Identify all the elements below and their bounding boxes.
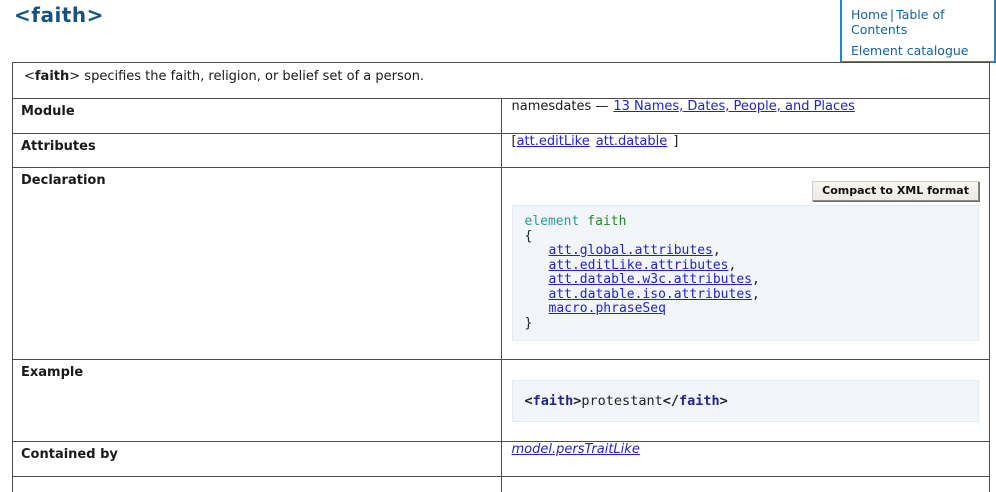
code-line-member: att.datable.w3c.attributes,	[525, 273, 967, 288]
page-title: <faith>	[14, 3, 104, 27]
module-chapter-link[interactable]: 13 Names, Dates, People, and Places	[613, 99, 855, 114]
attributes-row: Attributes [att.editLike att.datable]	[13, 134, 990, 168]
code-keyword-element: element	[525, 214, 580, 229]
compact-to-xml-button[interactable]: Compact to XML format	[812, 181, 979, 201]
example-close-tag-name: faith	[679, 393, 720, 409]
attributes-close-bracket: ]	[673, 134, 678, 149]
row-label-module: Module	[13, 99, 502, 134]
nav-box: Home|Table of Contents Element catalogue	[840, 0, 996, 63]
contained-by-link-model-perstraitlike[interactable]: model.persTraitLike	[512, 442, 640, 457]
declaration-link-macro-phraseseq[interactable]: macro.phraseSeq	[549, 301, 666, 316]
code-line-member: att.global.attributes,	[525, 244, 967, 259]
nav-link-home[interactable]: Home	[851, 7, 888, 22]
description-lt: <	[24, 69, 35, 84]
description-cell: <faith> specifies the faith, religion, o…	[13, 63, 990, 99]
declaration-link-att-editlike-attributes[interactable]: att.editLike.attributes	[549, 258, 729, 273]
row-label-attributes: Attributes	[13, 134, 502, 168]
example-close-bracket-end: >	[720, 393, 728, 409]
example-code-block: <faith>protestant</faith>	[512, 380, 980, 422]
code-line-member: att.editLike.attributes,	[525, 259, 967, 274]
module-name: namesdates —	[512, 99, 609, 114]
code-line-member: macro.phraseSeq	[525, 302, 967, 317]
example-close-bracket-start: </	[663, 393, 679, 409]
example-row: Example <faith>protestant</faith>	[13, 360, 990, 442]
code-open-brace: {	[525, 230, 967, 245]
element-spec-table: <faith> specifies the faith, religion, o…	[12, 62, 990, 492]
declaration-cell: Compact to XML format element faith { att…	[501, 168, 990, 360]
declaration-button-row: Compact to XML format	[502, 168, 990, 201]
code-line-member: att.datable.iso.attributes,	[525, 288, 967, 303]
module-cell: namesdates — 13 Names, Dates, People, and…	[501, 99, 990, 134]
code-comma: ,	[752, 272, 760, 287]
attribute-link-att-editlike[interactable]: att.editLike	[517, 134, 590, 149]
description-gt: >	[69, 69, 80, 84]
declaration-link-att-datable-w3c-attributes[interactable]: att.datable.w3c.attributes	[549, 272, 753, 287]
declaration-link-att-global-attributes[interactable]: att.global.attributes	[549, 243, 713, 258]
code-line-element: element faith	[525, 215, 967, 230]
contained-by-cell: model.persTraitLike	[501, 442, 990, 477]
module-row: Module namesdates — 13 Names, Dates, Peop…	[13, 99, 990, 134]
nav-separator: |	[888, 7, 896, 22]
code-comma: ,	[713, 243, 721, 258]
attribute-link-att-datable[interactable]: att.datable	[596, 134, 667, 149]
description-row: <faith> specifies the faith, religion, o…	[13, 63, 990, 99]
declaration-code-block: element faith { att.global.attributes, at…	[512, 205, 980, 341]
example-cell: <faith>protestant</faith>	[501, 360, 990, 442]
example-open-bracket: <	[525, 393, 533, 409]
row-label-declaration: Declaration	[13, 168, 502, 360]
nav-link-element-catalogue[interactable]: Element catalogue	[851, 43, 969, 58]
declaration-link-att-datable-iso-attributes[interactable]: att.datable.iso.attributes	[549, 287, 753, 302]
attributes-open-bracket: [	[512, 134, 517, 149]
clipped-next-row	[13, 477, 990, 492]
contained-by-row: Contained by model.persTraitLike	[13, 442, 990, 477]
attributes-cell: [att.editLike att.datable]	[501, 134, 990, 168]
clipped-next-row-value-cell	[501, 477, 990, 492]
declaration-row: Declaration Compact to XML format elemen…	[13, 168, 990, 360]
clipped-next-row-label-cell	[13, 477, 502, 492]
code-element-name: faith	[587, 214, 626, 229]
example-text-content: protestant	[581, 393, 662, 409]
code-close-brace: }	[525, 317, 967, 332]
code-comma: ,	[729, 258, 737, 273]
nav-line-2: Element catalogue	[851, 43, 988, 58]
nav-line-1: Home|Table of Contents	[851, 7, 988, 37]
description-text: specifies the faith, religion, or belief…	[80, 69, 424, 84]
code-comma: ,	[752, 287, 760, 302]
page: <faith> Home|Table of Contents Element c…	[0, 0, 996, 492]
row-label-example: Example	[13, 360, 502, 442]
example-open-tag-name: faith	[533, 393, 574, 409]
description-tag-name: faith	[35, 69, 69, 84]
row-label-contained-by: Contained by	[13, 442, 502, 477]
